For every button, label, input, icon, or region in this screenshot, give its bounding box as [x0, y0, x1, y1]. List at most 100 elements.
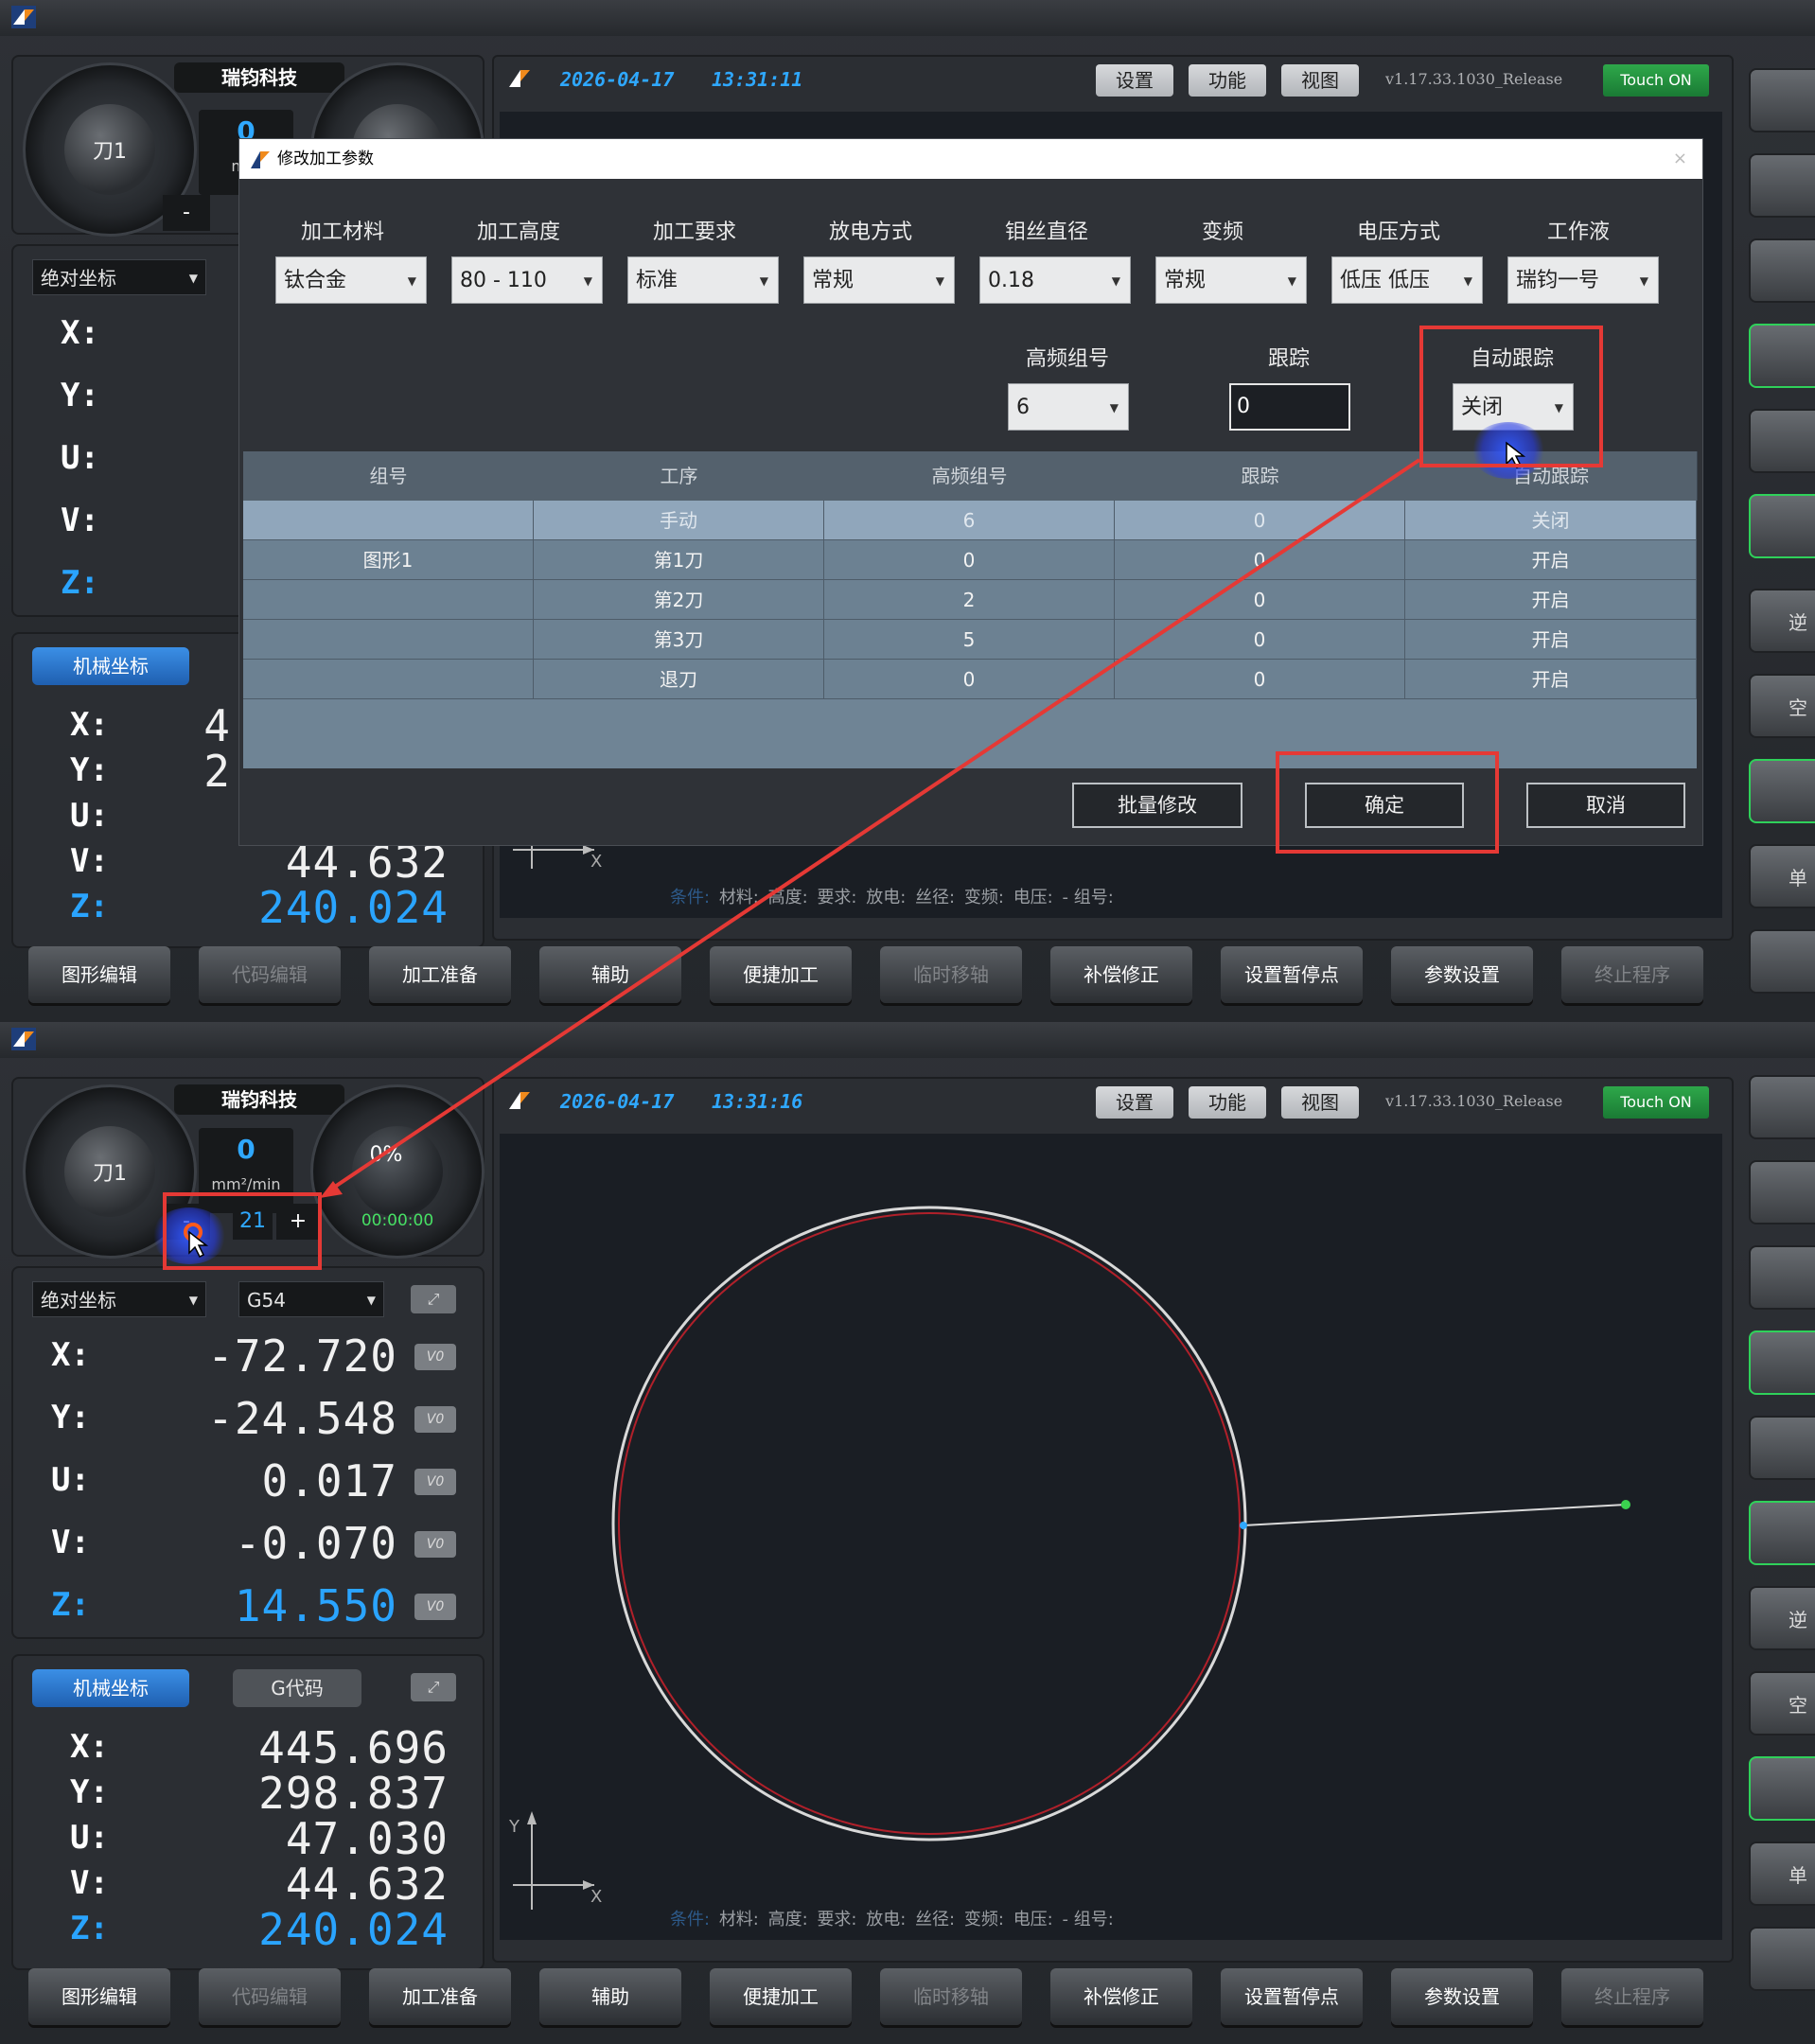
mouse-cursor-icon	[1506, 441, 1526, 469]
workpiece-select[interactable]: G54 ▼	[238, 1281, 384, 1317]
material-label: 加工材料	[300, 220, 384, 244]
view-button[interactable]: 视图	[1281, 64, 1359, 97]
set-pause-point-button[interactable]: 设置暂停点	[1221, 946, 1363, 1003]
right-button-3[interactable]	[1749, 238, 1815, 303]
app-logo-icon	[509, 70, 530, 87]
right-button-4[interactable]	[1749, 1330, 1815, 1395]
right-button-4[interactable]	[1749, 324, 1815, 388]
code-edit-button[interactable]: 代码编辑	[199, 1968, 341, 2025]
elapsed-time: 00:00:00	[361, 1211, 434, 1230]
temp-move-axis-button[interactable]: 临时移轴	[880, 1968, 1022, 2025]
temp-move-axis-button[interactable]: 临时移轴	[880, 946, 1022, 1003]
track-input[interactable]: 0	[1229, 383, 1350, 431]
assist-button[interactable]: 辅助	[539, 1968, 681, 2025]
coord-mode-select[interactable]: 绝对坐标 ▼	[32, 1281, 206, 1317]
right-button-5[interactable]	[1749, 409, 1815, 473]
set-pause-point-button[interactable]: 设置暂停点	[1221, 1968, 1363, 2025]
touch-toggle[interactable]: Touch ON	[1603, 64, 1709, 97]
right-button-3[interactable]	[1749, 1245, 1815, 1310]
height-select[interactable]: 80 - 110 ▼	[451, 256, 603, 304]
cancel-button[interactable]: 取消	[1526, 783, 1685, 828]
override-minus-button[interactable]: -	[163, 195, 210, 231]
fluid-select[interactable]: 瑞钧一号 ▼	[1507, 256, 1659, 304]
stop-program-button[interactable]: 终止程序	[1561, 946, 1703, 1003]
compensation-button[interactable]: 补偿修正	[1050, 1968, 1192, 2025]
coord-mode-select[interactable]: 绝对坐标 ▼	[32, 259, 206, 295]
code-edit-button[interactable]: 代码编辑	[199, 946, 341, 1003]
requirement-select[interactable]: 标准 ▼	[627, 256, 779, 304]
discharge-select[interactable]: 常规 ▼	[803, 256, 955, 304]
zero-x-button[interactable]: V0	[414, 1344, 456, 1370]
expand-icon[interactable]: ⤢	[411, 1285, 456, 1313]
touch-toggle[interactable]: Touch ON	[1603, 1086, 1709, 1119]
prepare-button[interactable]: 加工准备	[369, 946, 511, 1003]
assist-button[interactable]: 辅助	[539, 946, 681, 1003]
settings-button[interactable]: 设置	[1096, 1086, 1173, 1119]
right-button-11[interactable]	[1749, 1927, 1815, 1991]
col-header-group: 组号	[243, 451, 535, 501]
right-button-9[interactable]	[1749, 1756, 1815, 1821]
override-plus-button[interactable]: +	[276, 1204, 320, 1240]
mouse-cursor-icon	[188, 1230, 209, 1259]
quick-machining-button[interactable]: 便捷加工	[710, 946, 852, 1003]
window-titlebar	[0, 1022, 1815, 1058]
drawing-canvas[interactable]: X Y 条件: 材料: 高度: 要求: 放电: 丝径: 变频: 电压: - 组号…	[500, 1134, 1722, 1940]
settings-button[interactable]: 设置	[1096, 64, 1173, 97]
function-button[interactable]: 功能	[1189, 64, 1266, 97]
single-step-button[interactable]: 单	[1749, 1841, 1815, 1906]
tab-machine-coords[interactable]: 机械坐标	[32, 647, 189, 685]
mach-z-row: Z: 240.024	[70, 1904, 449, 1955]
right-button-2[interactable]	[1749, 153, 1815, 218]
param-settings-button[interactable]: 参数设置	[1391, 946, 1533, 1003]
stop-program-button[interactable]: 终止程序	[1561, 1968, 1703, 2025]
material-select[interactable]: 钛合金 ▼	[275, 256, 427, 304]
graphic-edit-button[interactable]: 图形编辑	[28, 946, 170, 1003]
tab-gcode[interactable]: G代码	[233, 1669, 361, 1707]
dry-run-button[interactable]: 空	[1749, 674, 1815, 738]
right-button-6[interactable]	[1749, 494, 1815, 558]
wire-diameter-select[interactable]: 0.18 ▼	[979, 256, 1131, 304]
graphic-edit-button[interactable]: 图形编辑	[28, 1968, 170, 2025]
compensation-button[interactable]: 补偿修正	[1050, 946, 1192, 1003]
dry-run-button[interactable]: 空	[1749, 1671, 1815, 1736]
main-view: 2026-04-17 13:31:16 设置 功能 视图 v1.17.33.10…	[492, 1077, 1734, 1963]
batch-edit-button[interactable]: 批量修改	[1072, 783, 1242, 828]
single-step-button[interactable]: 单	[1749, 844, 1815, 908]
prepare-button[interactable]: 加工准备	[369, 1968, 511, 2025]
col-header-track: 跟踪	[1115, 451, 1406, 501]
hf-group-select[interactable]: 6 ▼	[1008, 383, 1129, 431]
speed-display: 0 mm²/min	[199, 1128, 293, 1213]
zero-u-button[interactable]: V0	[414, 1469, 456, 1495]
right-button-5[interactable]	[1749, 1416, 1815, 1480]
right-button-1[interactable]	[1749, 1075, 1815, 1139]
right-button-9[interactable]	[1749, 759, 1815, 823]
expand-icon[interactable]: ⤢	[411, 1673, 456, 1701]
zero-v-button[interactable]: V0	[414, 1531, 456, 1558]
edit-params-dialog: 修改加工参数 × 加工材料 加工高度 加工要求 放电方式 钼丝直径 变频 电压方…	[238, 138, 1703, 846]
col-header-step: 工序	[534, 451, 825, 501]
right-button-2[interactable]	[1749, 1160, 1815, 1225]
main-header: 2026-04-17 13:31:16 设置 功能 视图 v1.17.33.10…	[494, 1079, 1732, 1128]
freq-select[interactable]: 常规 ▼	[1155, 256, 1307, 304]
zero-z-button[interactable]: V0	[414, 1594, 456, 1620]
right-button-6[interactable]	[1749, 1501, 1815, 1565]
view-button[interactable]: 视图	[1281, 1086, 1359, 1119]
close-icon[interactable]: ×	[1673, 139, 1687, 179]
reverse-button[interactable]: 逆	[1749, 1586, 1815, 1650]
requirement-label: 加工要求	[652, 220, 736, 244]
right-button-1[interactable]	[1749, 68, 1815, 132]
right-button-11[interactable]	[1749, 929, 1815, 994]
dialog-title: 修改加工参数	[277, 150, 374, 168]
height-label: 加工高度	[476, 220, 560, 244]
abs-u-row: U: 0.017 V0	[32, 1454, 464, 1510]
chevron-down-icon: ▼	[188, 1294, 198, 1307]
param-settings-button[interactable]: 参数设置	[1391, 1968, 1533, 2025]
function-button[interactable]: 功能	[1189, 1086, 1266, 1119]
confirm-button[interactable]: 确定	[1305, 783, 1464, 828]
quick-machining-button[interactable]: 便捷加工	[710, 1968, 852, 2025]
process-table: 组号 工序 高频组号 跟踪 自动跟踪 手动 6 0 关闭 图形1 第1刀 0 0…	[243, 451, 1698, 768]
zero-y-button[interactable]: V0	[414, 1406, 456, 1433]
voltage-select[interactable]: 低压 低压 ▼	[1331, 256, 1483, 304]
reverse-button[interactable]: 逆	[1749, 589, 1815, 653]
tab-machine-coords[interactable]: 机械坐标	[32, 1669, 189, 1707]
